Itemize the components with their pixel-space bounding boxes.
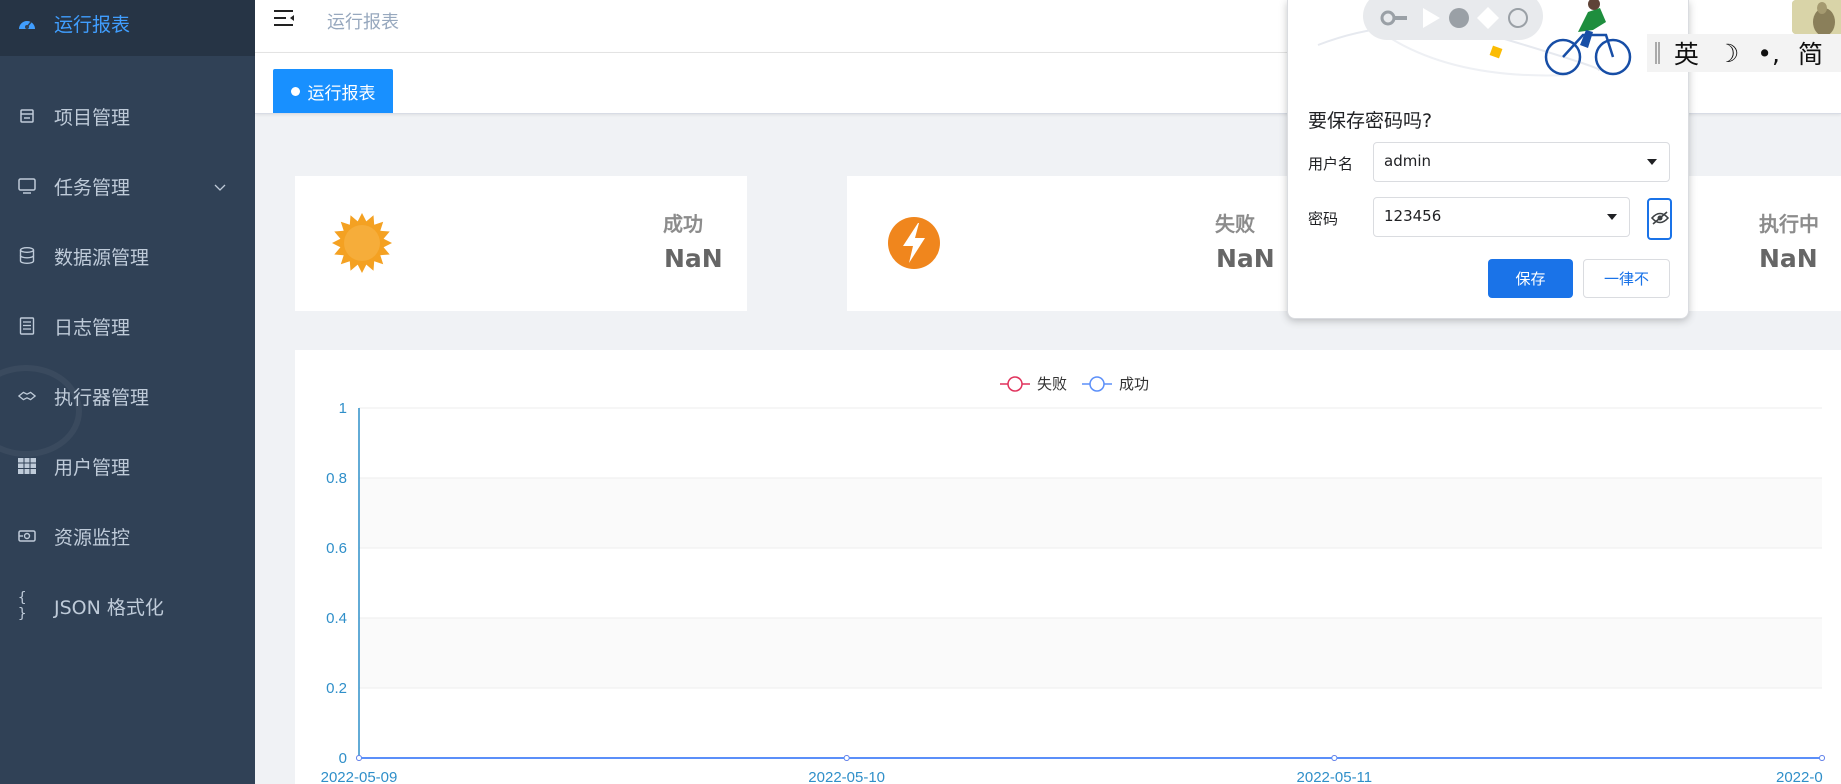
sidebar-item-label: 项目管理 xyxy=(54,106,131,129)
username-value: admin xyxy=(1384,152,1431,170)
data-point xyxy=(1331,755,1338,761)
save-password-button[interactable]: 保存 xyxy=(1488,259,1573,298)
y-tick-label: 0 xyxy=(339,750,347,767)
sidebar-item-run-report[interactable]: 运行报表 xyxy=(0,0,255,53)
dropdown-arrow-icon xyxy=(1647,159,1657,165)
stat-value: NaN xyxy=(664,244,723,273)
data-point xyxy=(1819,755,1825,761)
password-value: 123456 xyxy=(1384,207,1442,225)
sidebar-item-label: 用户管理 xyxy=(54,456,131,479)
sun-icon xyxy=(331,212,393,274)
sidebar-item-task[interactable]: 任务管理 xyxy=(0,156,255,216)
breadcrumb: 运行报表 xyxy=(327,12,399,33)
eye-off-icon xyxy=(1650,210,1669,229)
stat-title: 执行中 xyxy=(1759,212,1819,236)
sidebar-item-log[interactable]: 日志管理 xyxy=(0,296,255,356)
ime-language-toggle[interactable]: 英 xyxy=(1674,35,1699,71)
user-table-icon xyxy=(18,457,36,475)
y-tick-label: 1 xyxy=(339,400,347,417)
executor-icon xyxy=(18,387,36,405)
dropdown-arrow-icon xyxy=(1607,214,1617,220)
x-tick-label: 2022-0 xyxy=(1776,769,1823,784)
popup-illustration xyxy=(1288,0,1688,90)
never-save-button[interactable]: 一律不 xyxy=(1583,259,1670,298)
data-point xyxy=(843,755,850,761)
legend-label: 成功 xyxy=(1119,376,1149,393)
y-tick-label: 0.4 xyxy=(326,610,347,627)
sidebar-item-label: 数据源管理 xyxy=(54,246,150,269)
username-select[interactable]: admin xyxy=(1373,142,1670,182)
stat-value: NaN xyxy=(1216,244,1275,273)
username-label: 用户名 xyxy=(1308,155,1354,173)
toggle-password-visibility-button[interactable] xyxy=(1647,198,1672,240)
grid-band xyxy=(359,478,1822,548)
y-tick-label: 0.8 xyxy=(326,470,347,487)
dashboard-icon xyxy=(18,14,36,32)
stat-value: NaN xyxy=(1759,244,1818,273)
ime-simplified-toggle[interactable]: 简 xyxy=(1798,35,1823,71)
y-tick-label: 0.6 xyxy=(326,540,347,557)
monitor-resource-icon xyxy=(18,527,36,545)
sidebar-item-project[interactable]: 项目管理 xyxy=(0,86,255,146)
stat-card-success: 成功 NaN xyxy=(295,176,747,311)
sidebar-item-label: 日志管理 xyxy=(54,316,131,339)
tag-label: 运行报表 xyxy=(307,83,376,104)
line-chart: 0 0.2 0.4 0.6 0.8 1 2022-05-09 2022-05-10 2022-0… xyxy=(321,376,1825,784)
legend-marker xyxy=(1089,376,1105,392)
password-select[interactable]: 123456 xyxy=(1373,197,1630,237)
avatar[interactable] xyxy=(1792,0,1841,34)
stat-card-failure: 失败 NaN xyxy=(847,176,1299,311)
tag-run-report[interactable]: 运行报表 xyxy=(273,69,393,113)
chevron-down-icon xyxy=(214,177,226,196)
sidebar-item-user[interactable]: 用户管理 xyxy=(0,436,255,496)
sidebar-item-label: 任务管理 xyxy=(54,176,131,199)
x-tick-label: 2022-05-11 xyxy=(1297,769,1373,784)
lightning-icon xyxy=(883,212,945,274)
legend-marker xyxy=(1007,376,1023,392)
ime-toolbar: 英 ☽ •, 简 xyxy=(1647,34,1841,72)
ime-drag-handle[interactable] xyxy=(1655,42,1660,64)
grid-band xyxy=(359,618,1822,688)
log-icon xyxy=(18,317,36,335)
sidebar-item-label: 执行器管理 xyxy=(54,386,150,409)
ime-punctuation-toggle[interactable]: •, xyxy=(1757,39,1780,68)
sidebar-item-datasource[interactable]: 数据源管理 xyxy=(0,226,255,286)
save-password-popup: 要保存密码吗? 用户名 admin 密码 123456 保存 一律不 xyxy=(1287,0,1689,319)
sidebar-item-label: 资源监控 xyxy=(54,526,131,549)
moon-icon[interactable]: ☽ xyxy=(1717,39,1739,68)
legend-label: 失败 xyxy=(1037,376,1067,393)
sidebar: 运行报表 项目管理 任务管理 数据源管理 日志管理 执行器管理 用户管理 资源监… xyxy=(0,0,255,784)
monitor-icon xyxy=(18,177,36,195)
data-point xyxy=(356,755,362,761)
sidebar-item-json-format[interactable]: { } JSON 格式化 xyxy=(0,576,255,636)
json-braces-icon: { } xyxy=(18,590,27,622)
y-tick-label: 0.2 xyxy=(326,680,347,697)
stat-title: 失败 xyxy=(1215,212,1255,236)
database-icon xyxy=(18,247,36,265)
active-dot-icon xyxy=(290,86,300,96)
stat-title: 成功 xyxy=(663,212,703,236)
x-tick-label: 2022-05-10 xyxy=(808,769,885,784)
sidebar-item-resource-monitor[interactable]: 资源监控 xyxy=(0,506,255,566)
sidebar-item-label: JSON 格式化 xyxy=(54,596,164,619)
popup-title: 要保存密码吗? xyxy=(1308,110,1433,132)
sidebar-item-label: 运行报表 xyxy=(54,13,131,36)
password-label: 密码 xyxy=(1308,210,1339,228)
x-tick-label: 2022-05-09 xyxy=(321,769,398,784)
sidebar-item-executor[interactable]: 执行器管理 xyxy=(0,366,255,426)
project-icon xyxy=(18,107,36,125)
run-report-chart-panel: 0 0.2 0.4 0.6 0.8 1 2022-05-09 2022-05-10 2022-0… xyxy=(295,350,1841,784)
hamburger-menu-icon[interactable] xyxy=(273,8,295,30)
